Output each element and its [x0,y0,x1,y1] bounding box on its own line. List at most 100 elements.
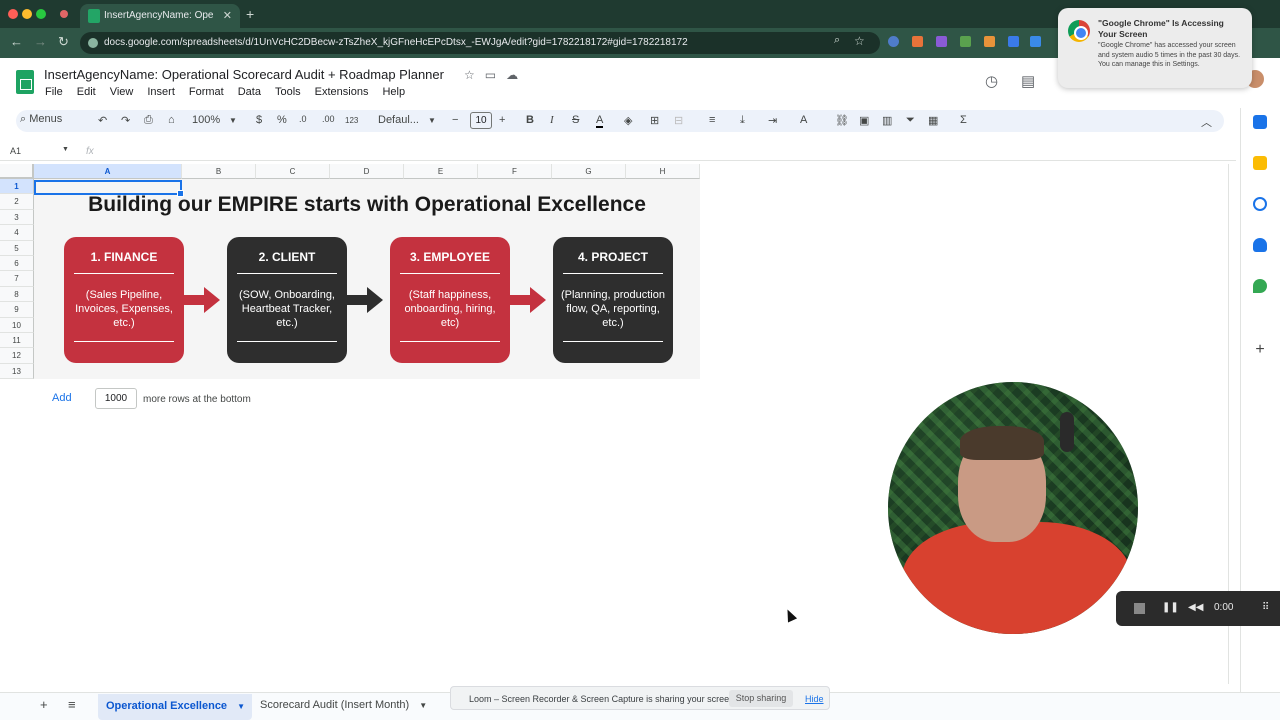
borders-icon[interactable]: ⊞ [650,114,659,127]
filter-views-icon[interactable]: ▦ [928,114,938,127]
collapse-toolbar-icon[interactable]: ︿ [1201,114,1212,130]
chevron-down-icon[interactable]: ▼ [237,702,245,711]
column-header[interactable]: F [478,164,552,179]
drag-handle-icon[interactable]: ⠿ [1262,602,1269,613]
paint-format-icon[interactable]: ⌂ [168,114,175,126]
row-header[interactable]: 4 [0,225,34,241]
browser-tab[interactable]: InsertAgencyName: Ope ✕ [80,4,240,28]
cloud-status-icon[interactable]: ☁ [506,68,528,82]
text-rotation-icon[interactable]: A [800,114,807,126]
chevron-down-icon[interactable]: ▼ [419,701,427,710]
search-menus[interactable]: ⌕ Menus [20,113,62,126]
font-select[interactable]: Defaul... [378,114,419,126]
column-header[interactable]: C [256,164,330,179]
insert-chart-icon[interactable]: ▥ [882,114,892,127]
row-header[interactable]: 6 [0,256,34,272]
menu-edit[interactable]: Edit [77,86,96,98]
column-header[interactable]: D [330,164,404,179]
row-header[interactable]: 13 [0,363,34,380]
menu-help[interactable]: Help [382,86,405,98]
maps-icon[interactable] [1253,279,1267,293]
name-box[interactable]: A1 [10,146,21,156]
extension-icon[interactable] [960,36,971,47]
insert-link-icon[interactable]: ⛓ [835,114,849,127]
text-wrapping-icon[interactable]: ⇥ [768,114,777,127]
column-header[interactable]: H [626,164,700,179]
add-addon-icon[interactable]: + [1253,342,1267,358]
extension-icon[interactable] [1030,36,1041,47]
extension-icon[interactable] [936,36,947,47]
calendar-icon[interactable] [1253,115,1267,129]
chevron-down-icon[interactable]: ▼ [229,116,237,125]
column-header[interactable]: E [404,164,478,179]
menu-insert[interactable]: Insert [147,86,175,98]
decrease-font-size-icon[interactable]: − [452,114,458,126]
functions-icon[interactable]: Σ [960,114,967,126]
reload-icon[interactable]: ↻ [58,34,69,50]
strikethrough-icon[interactable]: S [572,114,579,126]
contacts-icon[interactable] [1253,238,1267,252]
back-icon[interactable]: ← [10,34,23,49]
star-icon[interactable]: ☆ [464,68,485,82]
italic-button[interactable]: I [550,114,554,126]
rows-count-input[interactable]: 1000 [95,388,137,409]
fill-color-icon[interactable]: ◈ [624,114,632,127]
menu-format[interactable]: Format [189,86,224,98]
menu-data[interactable]: Data [238,86,261,98]
menu-file[interactable]: File [45,86,63,98]
merge-cells-icon[interactable]: ⊟ [674,114,683,127]
column-header[interactable]: G [552,164,626,179]
row-header[interactable]: 9 [0,302,34,318]
column-header[interactable]: B [182,164,256,179]
tasks-icon[interactable] [1253,197,1267,211]
hide-button[interactable]: Hide [805,694,824,704]
row-header[interactable]: 3 [0,209,34,226]
zoom-select[interactable]: 100% [192,114,220,126]
move-folder-icon[interactable]: ▭ [485,68,506,82]
increase-decimal-button[interactable]: .00 [322,114,335,124]
horizontal-align-icon[interactable]: ≡ [709,114,715,126]
extension-icon[interactable] [888,36,899,47]
maximize-window-button[interactable] [36,9,46,19]
menu-view[interactable]: View [110,86,134,98]
all-sheets-icon[interactable]: ≡ [68,697,76,712]
print-icon[interactable]: ⎙ [144,114,153,127]
add-rows-button[interactable]: Add [52,392,72,404]
screen-access-notification[interactable]: "Google Chrome" Is Accessing Your Screen… [1058,8,1252,88]
menu-extensions[interactable]: Extensions [315,86,369,98]
site-info-icon[interactable] [88,38,98,48]
forward-icon[interactable]: → [34,34,47,49]
redo-icon[interactable]: ↷ [121,114,130,127]
rewind-icon[interactable]: ◀◀ [1188,602,1203,613]
pause-icon[interactable]: ❚❚ [1162,602,1179,613]
vertical-align-icon[interactable]: ⤓ [740,114,745,127]
document-title[interactable]: InsertAgencyName: Operational Scorecard … [44,67,444,82]
menu-tools[interactable]: Tools [275,86,301,98]
text-color-icon[interactable]: A [596,114,604,128]
stop-recording-icon[interactable] [1134,603,1145,614]
stop-sharing-button[interactable]: Stop sharing [729,690,793,707]
filter-icon[interactable]: ⏷ [906,114,915,127]
select-all-corner[interactable] [0,164,34,179]
extension-icon[interactable] [1008,36,1019,47]
zoom-icon[interactable]: ⌕ [834,34,840,47]
extension-icon[interactable] [984,36,995,47]
extension-icon[interactable] [912,36,923,47]
insert-comment-icon[interactable]: ▣ [859,114,869,127]
version-history-icon[interactable]: ◷ [985,72,998,90]
row-header[interactable]: 7 [0,271,34,287]
minimize-window-button[interactable] [22,9,32,19]
close-window-button[interactable] [8,9,18,19]
row-header[interactable]: 11 [0,333,34,349]
row-header[interactable]: 2 [0,194,34,210]
column-header[interactable]: A [34,164,182,179]
new-tab-icon[interactable]: + [246,6,254,22]
font-size-input[interactable]: 10 [470,112,492,129]
currency-format-button[interactable]: $ [256,114,262,126]
formula-bar[interactable] [0,143,1236,161]
bold-button[interactable]: B [526,114,534,126]
row-header[interactable]: 10 [0,317,34,333]
comments-icon[interactable]: ▤ [1021,72,1035,90]
row-header[interactable]: 12 [0,348,34,364]
decrease-decimal-button[interactable]: .0 [299,114,307,124]
